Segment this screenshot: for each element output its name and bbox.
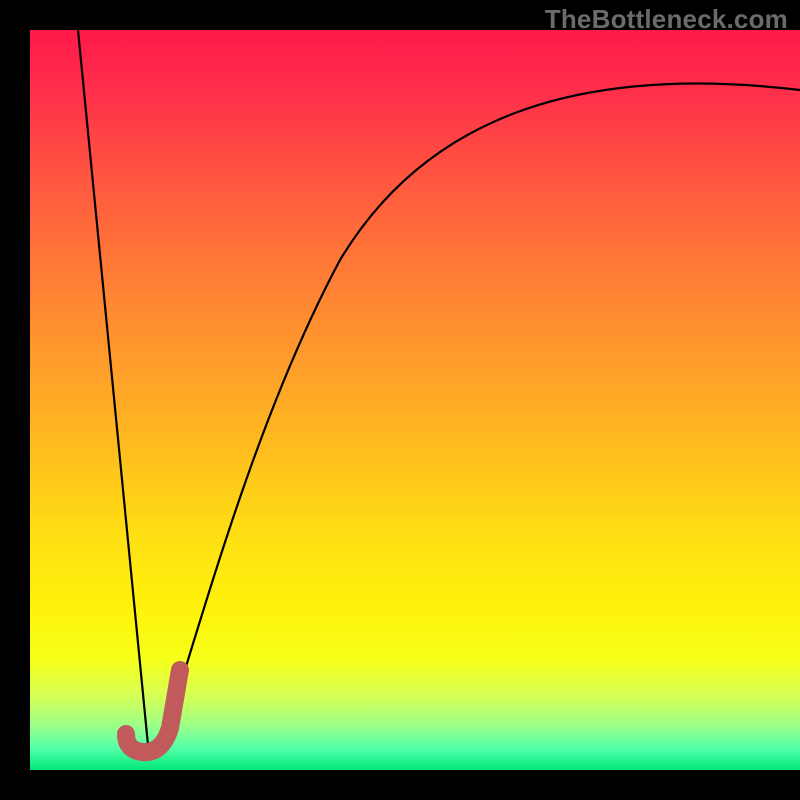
- curve-layer: [30, 30, 800, 770]
- chart-frame: TheBottleneck.com: [0, 0, 800, 800]
- plot-area: [30, 30, 800, 770]
- bottleneck-curve: [78, 30, 800, 748]
- j-marker: [126, 670, 180, 752]
- watermark-text: TheBottleneck.com: [545, 4, 788, 35]
